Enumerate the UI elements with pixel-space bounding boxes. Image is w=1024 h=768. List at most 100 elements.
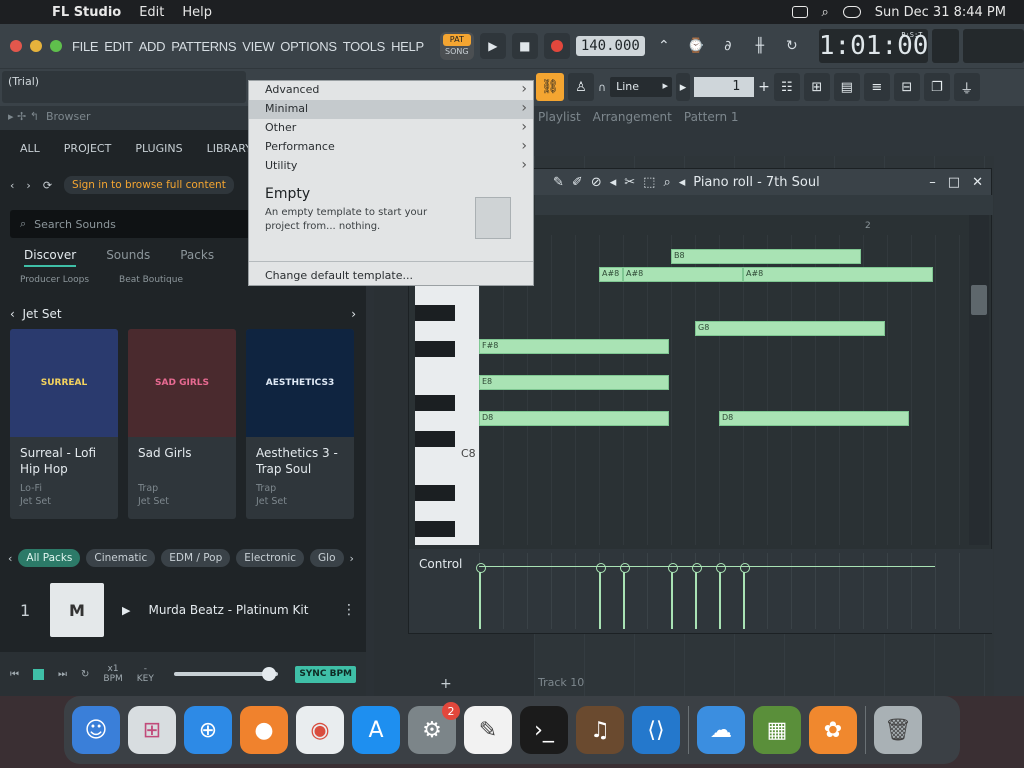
scroll-thumb[interactable] [971,285,987,315]
tab-all[interactable]: ALL [20,142,40,160]
section-next-icon[interactable]: › [351,307,356,321]
tempo-display[interactable]: 140.000 [575,36,645,56]
black-key[interactable] [415,521,455,537]
step-edit-icon[interactable]: ╫ [747,33,773,59]
midi-note[interactable]: G8 [695,321,885,336]
countdown-icon[interactable]: ∂ [715,33,741,59]
velocity-stem[interactable] [668,563,678,629]
pack-card[interactable]: AESTHETICS3 Aesthetics 3 - Trap Soul Tra… [246,329,354,519]
wait-for-input-icon[interactable]: ⌚ [683,33,709,59]
signin-button[interactable]: Sign in to browse full content [64,176,234,194]
key-block[interactable]: - KEY [137,664,154,684]
stop-button[interactable]: ■ [511,33,538,59]
change-default-template[interactable]: Change default template... [265,269,413,282]
sync-bpm-button[interactable]: SYNC BPM [295,665,356,683]
terminal-icon[interactable]: ›_ [520,706,568,754]
control-center-icon[interactable] [842,6,861,18]
menu-options[interactable]: OPTIONS [280,39,337,54]
black-key[interactable] [415,341,455,357]
maximize-icon[interactable]: □ [948,175,960,190]
velocity-stem[interactable] [476,563,486,629]
note-grid[interactable]: B8 A#8 A#8 A#8 G8 F#8 E8 D8 D8 [479,235,967,545]
chip-edm-pop[interactable]: EDM / Pop [161,549,231,567]
breadcrumb-arrangement[interactable]: Arrangement [593,110,672,124]
subtab-sounds[interactable]: Sounds [106,248,150,267]
system-settings-icon[interactable]: ⚙ 2 [408,702,460,754]
link-icon[interactable]: ⛓ [536,73,564,101]
chip-glo[interactable]: Glo [310,549,344,567]
fl-studio-icon[interactable]: ✿ [809,706,857,754]
channel-rack-icon[interactable]: ⊞ [803,73,830,101]
vscode-icon[interactable]: ⟨⟩ [632,706,680,754]
black-key[interactable] [415,395,455,411]
close-icon[interactable]: ✕ [972,175,983,190]
menu-help-fl[interactable]: HELP [391,39,424,54]
metronome-icon[interactable]: ⌃ [651,33,677,59]
midi-note[interactable]: B8 [671,249,861,264]
template-utility[interactable]: Utility [249,157,533,176]
snap-select[interactable]: Line [610,77,673,97]
minimize-icon[interactable]: – [929,175,936,190]
loop-icon[interactable]: ↻ [81,669,89,680]
safari-icon[interactable]: ⊕ [184,706,232,754]
chip-all-packs[interactable]: All Packs [18,549,81,567]
step-value[interactable]: 1 [694,77,755,97]
stop-preview-icon[interactable] [33,668,44,680]
template-advanced[interactable]: Advanced [249,81,533,100]
finder-icon[interactable]: ☺ [72,706,120,754]
minecraft-icon[interactable]: ▦ [753,706,801,754]
tab-library[interactable]: LIBRARY [207,142,252,160]
menu-app-name[interactable]: FL Studio [52,5,121,20]
trash-icon[interactable]: 🗑 [874,706,922,754]
volume-knob[interactable] [261,667,276,681]
window-close-button[interactable] [10,40,22,52]
midi-note[interactable]: D8 [479,411,669,426]
step-prev-icon[interactable]: ▸ [676,73,691,101]
loop-record-icon[interactable]: ↻ [779,33,805,59]
bpm-mult[interactable]: x1 BPM [103,664,122,684]
play-button[interactable]: ▶ [479,33,506,59]
breadcrumb-pattern[interactable]: Pattern 1 [684,110,739,124]
window-zoom-button[interactable] [50,40,62,52]
pack-card[interactable]: SURREAL Surreal - Lofi Hip Hop Lo-Fi Jet… [10,329,118,519]
midi-note[interactable]: F#8 [479,339,669,354]
black-key[interactable] [415,305,455,321]
garageband-icon[interactable]: ♫ [576,706,624,754]
weather-icon[interactable]: ☁ [697,706,745,754]
midi-note[interactable]: A#8 [623,267,743,282]
velocity-grid[interactable] [476,553,967,629]
pack-card[interactable]: SAD GIRLS Sad Girls Trap Jet Set [128,329,236,519]
record-button[interactable] [543,33,570,59]
spotlight-search-icon[interactable]: ⌕ [822,5,829,20]
velocity-stem[interactable] [692,563,702,629]
midi-note[interactable]: A#8 [743,267,933,282]
prev-sound-icon[interactable]: ⏮ [10,669,19,680]
mixer-icon[interactable]: ☷ [773,73,800,101]
zoom-tool-icon[interactable]: ⌕ [663,175,670,190]
mute-tool-icon[interactable]: ◂ [610,175,617,190]
chip-electronic[interactable]: Electronic [236,549,305,567]
midi-note[interactable]: E8 [479,375,669,390]
control-label[interactable]: Control [419,557,462,571]
menu-patterns[interactable]: PATTERNS [171,39,236,54]
subtab-discover[interactable]: Discover [24,248,77,267]
project-icon[interactable]: ❐ [923,73,950,101]
volume-slider[interactable] [173,667,278,681]
menu-view[interactable]: VIEW [242,39,274,54]
menu-file[interactable]: FILE [72,39,99,54]
pencil-icon[interactable]: ✎ [553,175,564,190]
browser-icon[interactable]: ≡ [863,73,890,101]
template-performance[interactable]: Performance [249,138,533,157]
section-prev-icon[interactable]: ‹ Jet Set [10,307,62,321]
kit-row[interactable]: 1 M ▶ Murda Beatz - Platinum Kit ⋮ [0,567,366,637]
firefox-icon[interactable]: ● [240,706,288,754]
velocity-stem[interactable] [620,563,630,629]
midi-note[interactable]: D8 [719,411,909,426]
plug-icon[interactable]: ⏚ [953,73,980,101]
add-track-icon[interactable]: + [440,676,452,692]
launchpad-icon[interactable]: ⊞ [128,706,176,754]
black-key[interactable] [415,431,455,447]
brush-icon[interactable]: ✐ [572,175,583,190]
menu-edit-fl[interactable]: EDIT [104,39,133,54]
play-preview-icon[interactable]: ▶ [122,604,130,617]
